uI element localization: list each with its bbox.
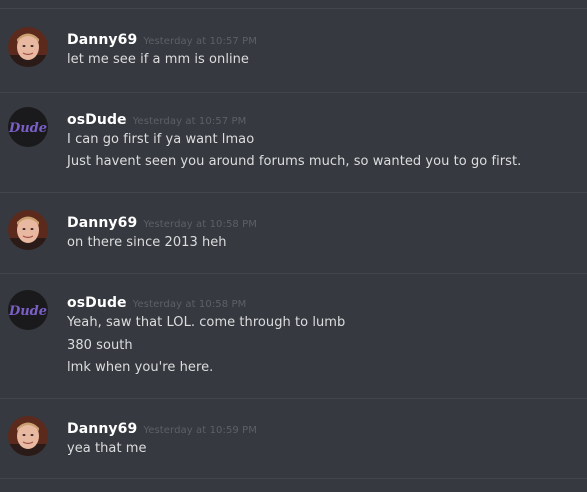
dude-logo-avatar-icon[interactable]: Dude [8,290,48,330]
message-divider [0,398,587,399]
user-avatar-icon[interactable] [8,416,48,456]
message-divider [0,273,587,274]
message-text: lmk when you're here. [67,360,214,375]
message-text: 380 south [67,338,133,353]
username[interactable]: Danny69 [67,32,137,48]
message-text: let me see if a mm is online [67,52,249,67]
user-avatar-icon[interactable] [8,27,48,67]
username[interactable]: osDude [67,112,127,128]
chat-message-list: Danny69 Yesterday at 10:57 PM let me see … [0,0,587,492]
username[interactable]: osDude [67,295,127,311]
message-text: on there since 2013 heh [67,235,227,250]
message-header: osDude Yesterday at 10:58 PM [67,292,246,312]
avatar-logo-text: Dude [8,121,47,136]
message-header: Danny69 Yesterday at 10:58 PM [67,212,257,232]
avatar-logo-text: Dude [8,304,47,319]
dude-logo-avatar-icon[interactable]: Dude [8,107,48,147]
message-header: Danny69 Yesterday at 10:57 PM [67,29,257,49]
message-text: Just havent seen you around forums much,… [67,154,522,169]
message-divider [0,192,587,193]
username[interactable]: Danny69 [67,215,137,231]
message-header: osDude Yesterday at 10:57 PM [67,109,246,129]
message-text: yea that me [67,441,147,456]
username[interactable]: Danny69 [67,421,137,437]
timestamp[interactable]: Yesterday at 10:58 PM [143,219,257,230]
message-divider [0,478,587,479]
message-divider [0,92,587,93]
message-divider [0,8,587,9]
message-header: Danny69 Yesterday at 10:59 PM [67,418,257,438]
message-text: I can go first if ya want lmao [67,132,255,147]
timestamp[interactable]: Yesterday at 10:59 PM [143,425,257,436]
user-avatar-icon[interactable] [8,210,48,250]
message-text: Yeah, saw that LOL. come through to lumb [67,315,346,330]
timestamp[interactable]: Yesterday at 10:58 PM [133,299,247,310]
timestamp[interactable]: Yesterday at 10:57 PM [143,36,257,47]
timestamp[interactable]: Yesterday at 10:57 PM [133,116,247,127]
